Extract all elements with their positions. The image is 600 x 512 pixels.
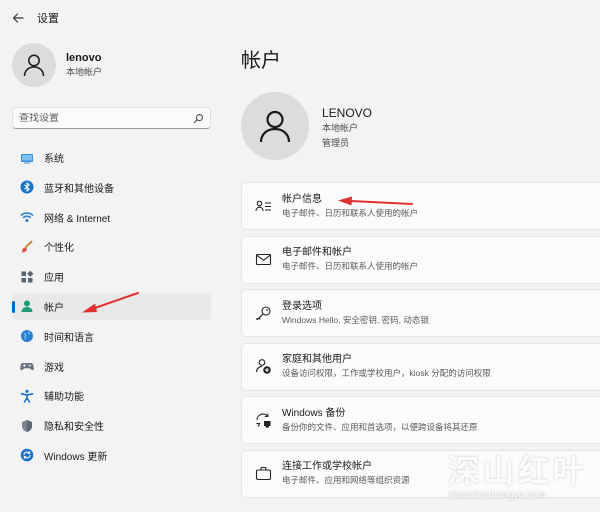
user-icon — [259, 110, 291, 143]
card-sign-in-options[interactable]: 登录选项 Windows Hello, 安全密钥, 密码, 动态锁 — [241, 289, 600, 337]
card-description: 电子邮件、日历和联系人使用的帐户 — [282, 261, 419, 271]
profile-account-type: 本地帐户 — [66, 67, 103, 77]
sidebar-item-system[interactable]: 系统 — [12, 144, 211, 171]
card-family-users[interactable]: 家庭和其他用户 设备访问权限，工作或学校用户，kiosk 分配的访问权限 — [241, 342, 600, 391]
account-info-icon — [254, 197, 272, 215]
card-description: Windows Hello, 安全密钥, 密码, 动态锁 — [282, 314, 429, 325]
avatar — [12, 43, 56, 87]
wifi-icon — [20, 210, 34, 224]
back-button[interactable] — [5, 5, 31, 31]
annotation-arrow-account-info — [338, 196, 413, 206]
bluetooth-icon — [20, 180, 34, 194]
family-icon — [254, 358, 272, 376]
sidebar-item-network[interactable]: 网络 & Internet — [12, 204, 211, 231]
update-icon — [20, 448, 34, 462]
title-bar: 设置 — [0, 0, 600, 36]
search-box[interactable] — [12, 107, 211, 129]
sidebar-item-label: Windows 更新 — [44, 451, 108, 463]
card-windows-backup[interactable]: Windows 备份 备份你的文件、应用和首选项，以便跨设备将其还原 — [241, 396, 600, 444]
profile-name: lenovo — [66, 52, 102, 64]
card-description: 备份你的文件、应用和首选项，以便跨设备将其还原 — [282, 421, 478, 432]
search-input[interactable] — [19, 112, 192, 124]
sidebar-item-label: 网络 & Internet — [44, 213, 111, 225]
shield-icon — [20, 419, 34, 433]
card-description: 设备访问权限，工作或学校用户，kiosk 分配的访问权限 — [282, 368, 491, 378]
sidebar-item-accessibility[interactable]: 辅助功能 — [12, 382, 211, 409]
sidebar-item-gaming[interactable]: 游戏 — [12, 353, 211, 380]
card-title: 连接工作或学校帐户 — [282, 461, 372, 472]
account-avatar — [241, 92, 309, 160]
annotation-arrow-accounts — [82, 292, 139, 313]
sidebar-item-label: 辅助功能 — [44, 392, 84, 404]
search-icon[interactable] — [192, 112, 204, 124]
sidebar-item-label: 时间和语言 — [44, 332, 94, 344]
account-summary: LENOVO 本地帐户 管理员 — [322, 105, 372, 151]
sidebar-item-label: 个性化 — [44, 243, 74, 255]
settings-window: 设置 lenovo 本地帐户 查找设置 系统 蓝牙和其他设备 网络 & Inte… — [0, 0, 600, 512]
card-title: Windows 备份 — [282, 407, 346, 419]
account-role: 管理员 — [322, 138, 350, 148]
main-content: 帐户 LENOVO 本地帐户 管理员 帐户信息 电子邮件、日历和联系人使用的帐户 — [222, 36, 600, 512]
backup-icon — [254, 411, 272, 429]
sidebar-item-personalization[interactable]: 个性化 — [12, 233, 211, 260]
gamepad-icon — [20, 359, 34, 373]
card-description: 电子邮件、应用和网络等组织资源 — [282, 475, 410, 485]
card-title: 家庭和其他用户 — [282, 354, 352, 365]
sidebar-item-apps[interactable]: 应用 — [12, 263, 211, 290]
user-icon — [23, 54, 45, 77]
sidebar-item-windows-update[interactable]: Windows 更新 — [12, 442, 211, 469]
account-name: LENOVO — [322, 106, 373, 120]
account-icon — [20, 299, 34, 313]
sidebar-item-label: 系统 — [44, 154, 64, 165]
page-title: 帐户 — [241, 50, 281, 72]
watermark-url: shenshanhongye.com — [448, 490, 546, 501]
sidebar-item-label: 帐户 — [44, 302, 64, 314]
sidebar-item-privacy[interactable]: 隐私和安全性 — [12, 412, 211, 439]
sidebar-item-label: 游戏 — [44, 362, 64, 374]
system-icon — [20, 151, 34, 165]
brush-icon — [20, 240, 34, 254]
accessibility-icon — [20, 389, 34, 403]
card-email-accounts[interactable]: 电子邮件和帐户 电子邮件、日历和联系人使用的帐户 — [241, 235, 600, 284]
card-account-info[interactable]: 帐户信息 电子邮件、日历和联系人使用的帐户 — [241, 182, 600, 230]
card-title: 电子邮件和帐户 — [282, 247, 352, 258]
user-profile[interactable]: lenovo 本地帐户 — [12, 43, 102, 87]
card-title: 登录选项 — [282, 300, 322, 312]
briefcase-icon — [254, 465, 272, 483]
watermark: 深山红叶 shenshanhongye.com — [448, 455, 598, 510]
sidebar: lenovo 本地帐户 系统 — [0, 36, 222, 512]
sidebar-item-label: 应用 — [44, 273, 64, 285]
sidebar-item-bluetooth[interactable]: 蓝牙和其他设备 — [12, 174, 211, 201]
apps-icon — [20, 270, 34, 284]
sidebar-item-label: 蓝牙和其他设备 — [44, 183, 114, 195]
watermark-text: 深山红叶 — [448, 454, 588, 489]
app-title: 设置 — [37, 13, 59, 25]
globe-icon — [20, 329, 34, 343]
sidebar-item-label: 隐私和安全性 — [44, 422, 104, 434]
account-type: 本地帐户 — [322, 123, 359, 133]
sidebar-item-time-language[interactable]: 时间和语言 — [12, 323, 211, 350]
key-icon — [254, 304, 272, 322]
back-arrow-icon — [12, 13, 24, 23]
mail-icon — [254, 251, 272, 269]
